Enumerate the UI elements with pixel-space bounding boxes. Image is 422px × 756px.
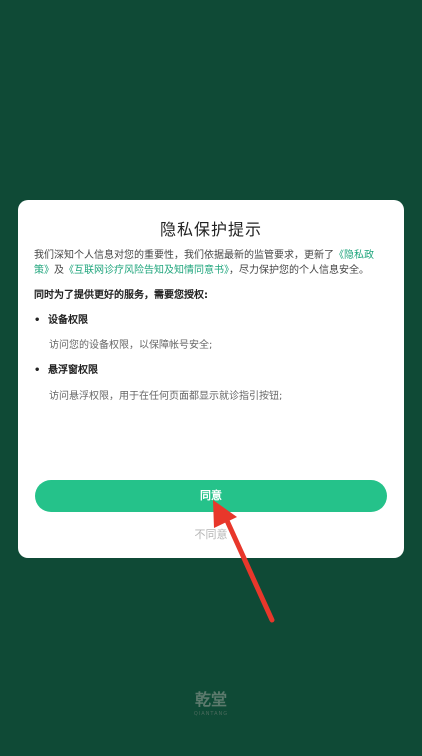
intro-before: 我们深知个人信息对您的重要性，我们依据最新的监管要求，更新了 <box>34 250 334 261</box>
brand-subtitle: QIANTANG <box>193 711 229 717</box>
agree-button[interactable]: 同意 <box>35 480 387 512</box>
screen: 隐私保护提示 我们深知个人信息对您的重要性，我们依据最新的监管要求，更新了《隐私… <box>0 0 422 756</box>
permission-description: 访问您的设备权限，以保障帐号安全; <box>49 340 213 351</box>
permission-description: 访问悬浮权限，用于在任何页面都显示就诊指引按钮; <box>49 391 283 402</box>
bullet-icon: • <box>34 315 41 326</box>
intro-text: 我们深知个人信息对您的重要性，我们依据最新的监管要求，更新了《隐私政策》及《互联… <box>34 248 386 278</box>
permission-title-text: 设备权限 <box>48 315 88 326</box>
brand-logo: 乾堂 <box>194 690 227 709</box>
permission-title: • 设备权限 <box>34 311 88 326</box>
permission-title: • 悬浮窗权限 <box>34 361 98 376</box>
dialog-title: 隐私保护提示 <box>159 220 262 239</box>
bullet-icon: • <box>34 365 41 376</box>
brand-footer: 乾堂 QIANTANG <box>0 686 422 717</box>
authorization-heading: 同时为了提供更好的服务，需要您授权: <box>34 290 208 301</box>
privacy-dialog: 隐私保护提示 我们深知个人信息对您的重要性，我们依据最新的监管要求，更新了《隐私… <box>18 200 404 558</box>
intro-and: 及 <box>54 265 64 276</box>
permission-title-text: 悬浮窗权限 <box>48 365 98 376</box>
consent-link[interactable]: 《互联网诊疗风险告知及知情同意书》 <box>64 265 229 276</box>
intro-after: ，尽力保护您的个人信息安全。 <box>229 265 369 276</box>
disagree-button[interactable]: 不同意 <box>18 526 404 542</box>
